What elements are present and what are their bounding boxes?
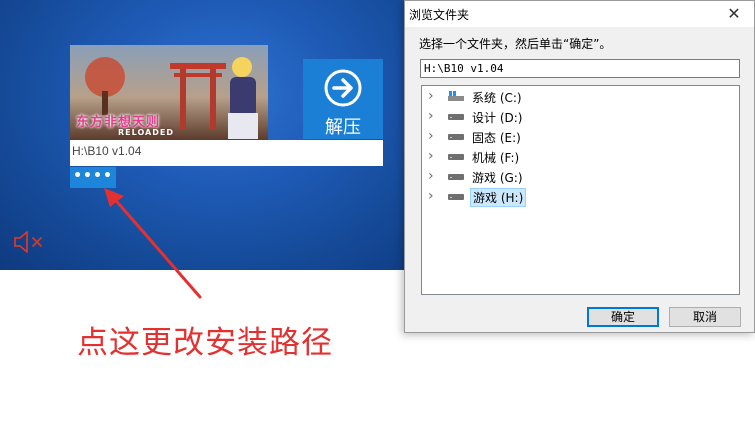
folder-tree[interactable]: › 系统 (C:) › 设计 (D:) › 固态 (E:) › 机械 (F:) … xyxy=(421,85,740,295)
torii-gate-illustration xyxy=(170,63,226,129)
drive-icon xyxy=(448,174,464,180)
extract-button-label: 解压 xyxy=(325,117,361,138)
extract-button[interactable]: 解压 xyxy=(303,59,383,139)
cover-subtitle: RELOADED xyxy=(118,128,174,137)
ok-button[interactable]: 确定 xyxy=(587,307,659,327)
dialog-instruction: 选择一个文件夹，然后单击“确定”。 xyxy=(419,37,612,51)
tree-item-e-drive[interactable]: › 固态 (E:) xyxy=(428,126,728,146)
folder-path-field[interactable]: H:\B10 v1.04 xyxy=(420,59,740,78)
tree-item-h-drive[interactable]: › 游戏 (H:) xyxy=(428,186,728,207)
install-path-input[interactable]: H:\B10 v1.04 xyxy=(70,140,383,166)
tree-item-label: 设计 (D:) xyxy=(472,111,523,125)
tree-item-label: 游戏 (G:) xyxy=(472,171,523,185)
chevron-right-icon[interactable]: › xyxy=(428,189,438,203)
tree-item-label: 系统 (C:) xyxy=(472,91,522,105)
cancel-button[interactable]: 取消 xyxy=(669,307,741,327)
close-icon[interactable]: ✕ xyxy=(714,1,754,27)
drive-icon xyxy=(448,154,464,160)
browse-folder-dialog: 浏览文件夹 ✕ 选择一个文件夹，然后单击“确定”。 H:\B10 v1.04 ›… xyxy=(404,0,755,333)
dialog-titlebar[interactable]: 浏览文件夹 ✕ xyxy=(405,1,754,27)
tree-item-label: 机械 (F:) xyxy=(472,151,520,165)
arrow-right-circle-icon xyxy=(324,69,362,107)
windows-drive-icon xyxy=(448,91,464,101)
chevron-right-icon[interactable]: › xyxy=(428,89,438,103)
tree-item-label: 游戏 (H:) xyxy=(470,188,527,207)
tree-illustration xyxy=(85,57,125,115)
game-cover-image: 东方非想天则 RELOADED xyxy=(70,45,268,140)
dialog-title: 浏览文件夹 xyxy=(409,8,470,22)
tree-item-d-drive[interactable]: › 设计 (D:) xyxy=(428,106,728,126)
annotation-text: 点这更改安装路径 xyxy=(77,325,333,361)
drive-icon xyxy=(448,114,464,120)
tree-item-f-drive[interactable]: › 机械 (F:) xyxy=(428,146,728,166)
chevron-right-icon[interactable]: › xyxy=(428,109,438,123)
tree-item-label: 固态 (E:) xyxy=(472,131,521,145)
drive-icon xyxy=(448,194,464,200)
chevron-right-icon[interactable]: › xyxy=(428,149,438,163)
chevron-right-icon[interactable]: › xyxy=(428,169,438,183)
tree-item-g-drive[interactable]: › 游戏 (G:) xyxy=(428,166,728,186)
tree-item-c-drive[interactable]: › 系统 (C:) xyxy=(428,86,728,106)
installer-panel: 东方非想天则 RELOADED 解压 H:\B10 v1.04 •••• xyxy=(0,0,404,270)
mute-speaker-icon[interactable] xyxy=(12,229,46,255)
browse-button[interactable]: •••• xyxy=(70,167,116,188)
character-illustration xyxy=(228,57,258,139)
drive-icon xyxy=(448,134,464,140)
chevron-right-icon[interactable]: › xyxy=(428,129,438,143)
